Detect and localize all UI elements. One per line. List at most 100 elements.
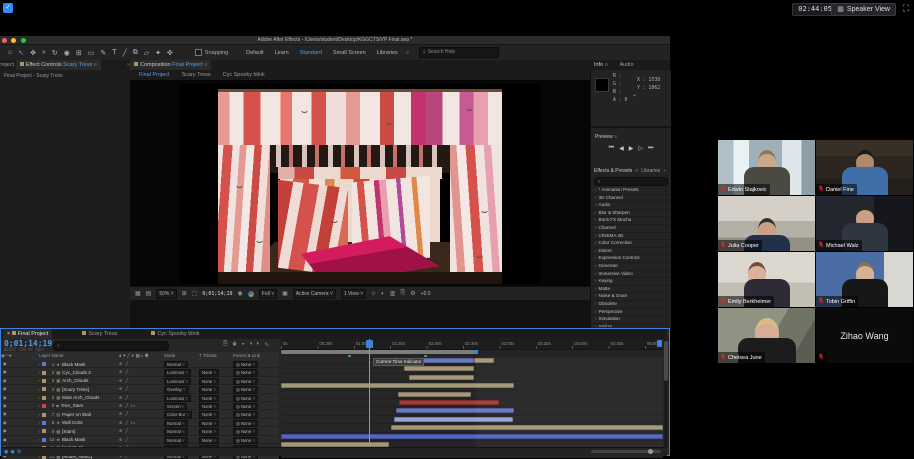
reset-exposure-icon[interactable]: ⚙	[410, 290, 415, 297]
workspace-standard[interactable]: Standard	[300, 50, 322, 56]
expand-layer-icon[interactable]: ›	[39, 394, 40, 401]
trkmat-dropdown[interactable]: None ˅	[199, 436, 233, 444]
layer-switches[interactable]: ⊕ ╱	[119, 385, 164, 393]
hide-shy-icon[interactable]: ◒	[241, 341, 245, 348]
blend-mode-dropdown[interactable]: Normal ˅	[164, 436, 199, 444]
layer-label-color[interactable]	[42, 429, 46, 433]
resolution-dropdown[interactable]: Full ˅	[259, 289, 277, 299]
participant-tile[interactable]: Emily Berkheimer	[718, 252, 815, 307]
effects-category[interactable]: ›Noise & Grain	[591, 293, 671, 301]
effects-presets-title[interactable]: Effects & Presets	[594, 168, 632, 174]
blend-mode-dropdown[interactable]: Color Bur ˅	[164, 410, 199, 418]
layer-duration-bar[interactable]	[418, 358, 474, 363]
fullscreen-icon[interactable]: ⛶	[900, 3, 912, 14]
blend-mode-dropdown[interactable]: Luminosi ˅	[164, 377, 199, 385]
layer-name-cell[interactable]: ›9▦[Stars]	[39, 427, 119, 435]
effects-category[interactable]: ›Boris FX Mocha	[591, 217, 671, 225]
selection-tool[interactable]: ↖	[18, 49, 24, 57]
trkmat-header[interactable]: T TrkMat	[199, 352, 233, 360]
parent-link-dropdown[interactable]: ◎ None ˅	[233, 385, 279, 393]
roto-brush-tool[interactable]: ✦	[155, 49, 161, 57]
roi-icon[interactable]: ▣	[282, 290, 288, 297]
marker[interactable]	[348, 355, 351, 357]
participant-tile[interactable]: Julia Cooper	[718, 196, 815, 251]
layer-label-color[interactable]	[42, 438, 46, 442]
meeting-security-icon[interactable]: ✓	[3, 3, 13, 13]
parent-link-dropdown[interactable]: ◎ None ˅	[233, 410, 279, 418]
layer-row[interactable]: ◉›6■Tree_Stars⊕ ╱ fxScreen ˅None ˅◎ None…	[1, 402, 279, 410]
timeline-footer-toggles[interactable]: ◉◉⚙	[4, 449, 23, 455]
mode-header[interactable]: Mode	[164, 352, 199, 360]
type-tool[interactable]: T	[112, 49, 116, 56]
layer-name-cell[interactable]: ›6■Tree_Stars	[39, 402, 119, 410]
home-tool[interactable]: ⌂	[8, 49, 12, 56]
grid-guides-icon[interactable]: ⊞	[182, 290, 187, 297]
layer-visibility-toggles[interactable]: ◉	[1, 410, 39, 418]
timeline-tab-2[interactable]: Scary Tress	[78, 329, 121, 339]
timeline-button-icon[interactable]: ▥	[390, 290, 396, 297]
panel-overflow-icon[interactable]: »	[663, 168, 666, 174]
pixel-aspect-icon[interactable]: ⊹	[371, 290, 376, 297]
timeline-track-area[interactable]: 0s00:30s01:00s01:30s02:00s02:30s03:00s03…	[281, 339, 663, 447]
workspace-learn[interactable]: Learn	[275, 50, 289, 56]
eraser-tool[interactable]: ▱	[144, 49, 149, 57]
layer-name[interactable]: Black Mask	[62, 436, 86, 443]
blend-mode-dropdown[interactable]: Overlay ˅	[164, 385, 199, 393]
effects-category[interactable]: ›Color Correction	[591, 240, 671, 248]
hand-tool[interactable]: ✥	[30, 49, 36, 57]
layer-visibility-toggles[interactable]: ◉	[1, 360, 39, 368]
snapping-toggle[interactable]: Snapping	[195, 49, 228, 56]
participant-tile[interactable]: Chelsea June	[718, 308, 815, 363]
layer-switches[interactable]: ⊕ ╱	[119, 410, 164, 418]
parent-link-dropdown[interactable]: ◎ None ˅	[233, 427, 279, 435]
participant-tile[interactable]: Edwin Stajkovic	[718, 140, 815, 195]
effects-category[interactable]: ›Stylize	[591, 324, 671, 327]
layer-row[interactable]: ◉›9▦[Stars]⊕ ╱Normal ˅None ˅◎ None ˅	[1, 427, 279, 435]
layer-name-cell[interactable]: ›10★Black Mask	[39, 436, 119, 444]
viewer-tab-1[interactable]: Final Project	[134, 70, 175, 80]
trkmat-dropdown[interactable]: None ˅	[199, 385, 233, 393]
flowchart-icon[interactable]: ⎘	[400, 290, 405, 297]
layer-name[interactable]: Paper on Wall	[62, 411, 91, 418]
shape-tool[interactable]: ▭	[88, 49, 95, 57]
blend-mode-dropdown[interactable]: Normal ˅	[164, 419, 199, 427]
transport-button-2[interactable]: ◀	[619, 145, 624, 152]
timeline-tab-1[interactable]: × Final Project	[3, 329, 52, 339]
trkmat-dropdown[interactable]: None ˅	[199, 419, 233, 427]
layer-visibility-toggles[interactable]: ◉	[1, 385, 39, 393]
layer-duration-bar[interactable]	[398, 392, 471, 397]
layer-switches[interactable]: ⊕ ╱	[119, 360, 164, 368]
ruler-end-handle[interactable]	[657, 340, 662, 347]
speaker-view-button[interactable]: ▦Speaker View	[831, 3, 896, 16]
expand-layer-icon[interactable]: ›	[39, 386, 40, 393]
layer-duration-bar[interactable]	[404, 366, 474, 371]
exposure-value[interactable]: +0.0	[421, 291, 431, 297]
layer-name-cell[interactable]: ›4▦[Scary Tress]	[39, 385, 119, 393]
pan-behind-tool[interactable]: ⊞	[76, 49, 82, 57]
layer-row[interactable]: ◉›10★Black Mask⊕ ╱Normal ˅None ˅◎ None ˅	[1, 436, 279, 444]
zoom-level-dropdown[interactable]: 50% ˅	[156, 289, 176, 299]
current-time-indicator[interactable]	[369, 339, 370, 447]
camera-dropdown[interactable]: Active Camera ˅	[293, 289, 336, 299]
layer-visibility-toggles[interactable]: ◉	[1, 419, 39, 427]
layer-row[interactable]: ◉›8★Wall Color⊕ ╱ fxNormal ˅None ˅◎ None…	[1, 419, 279, 427]
effects-category[interactable]: ›Blur & Sharpen	[591, 210, 671, 218]
effects-category[interactable]: ›Keying	[591, 278, 671, 286]
expand-layer-icon[interactable]: ›	[39, 411, 40, 418]
camera-tool[interactable]: ◉	[64, 49, 70, 57]
rotation-tool[interactable]: ↻	[52, 49, 58, 57]
layer-name[interactable]: Cyc_Clouds 3	[62, 369, 91, 376]
motion-blur-icon[interactable]: ◐	[256, 341, 260, 348]
layer-visibility-toggles[interactable]: ◉	[1, 436, 39, 444]
layer-name[interactable]: Black Mask	[62, 361, 86, 368]
workspace-overflow-icon[interactable]: »	[406, 50, 409, 56]
layer-visibility-toggles[interactable]: ◉	[1, 377, 39, 385]
draft-3d-icon[interactable]: ❖	[232, 341, 237, 348]
trkmat-dropdown[interactable]: None ˅	[199, 394, 233, 402]
graph-editor-icon[interactable]: ∿	[264, 341, 269, 348]
timeline-search-input[interactable]: ⌕	[53, 341, 169, 351]
expand-layer-icon[interactable]: ›	[39, 402, 40, 409]
parent-link-dropdown[interactable]: ◎ None ˅	[233, 436, 279, 444]
layer-name[interactable]: Tree_Stars	[61, 402, 84, 409]
layer-name[interactable]: Arch_Clouds	[62, 377, 88, 384]
